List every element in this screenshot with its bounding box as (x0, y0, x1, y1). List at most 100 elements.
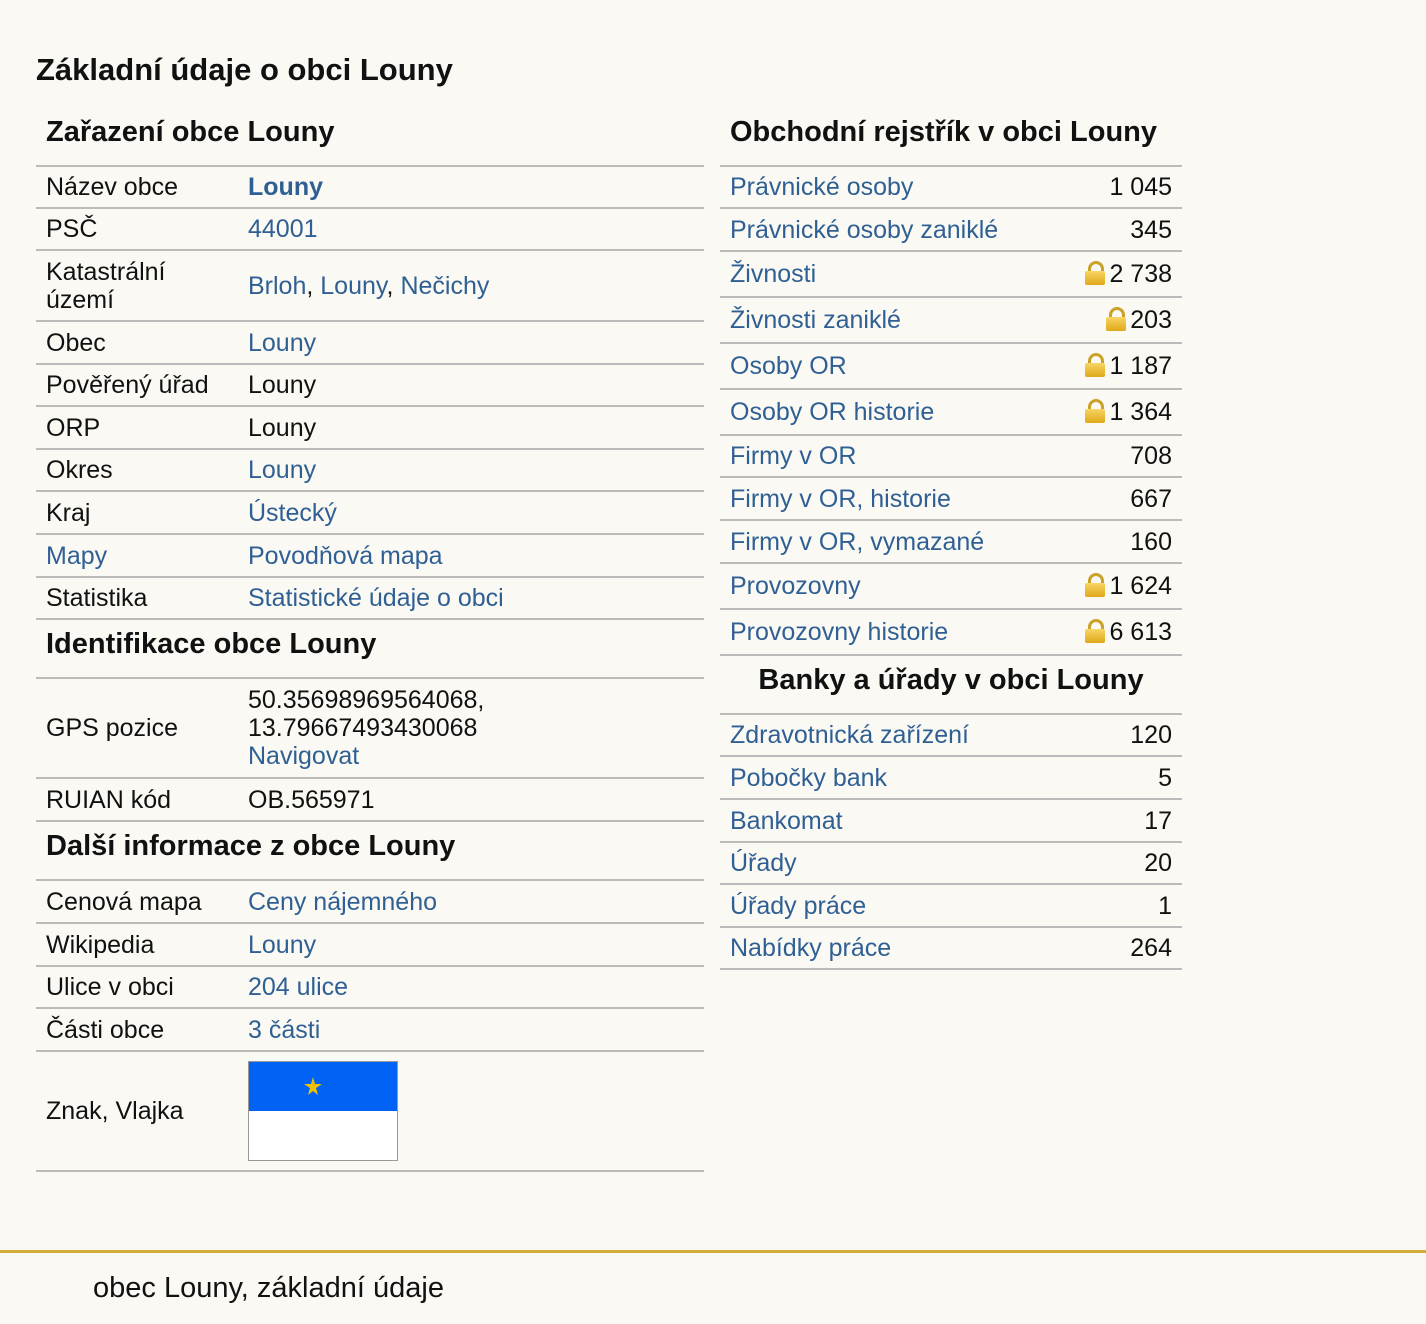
table-row: Cenová mapa Ceny nájemného (36, 881, 704, 924)
table-row: Provozovny historie 6 613 (720, 609, 1182, 656)
row-value: 1 187 (1109, 352, 1172, 380)
row-label: Cenová mapa (36, 881, 238, 924)
lock-icon (1085, 619, 1106, 643)
row-value: 264 (1093, 927, 1182, 970)
kraj-link[interactable]: Ústecký (248, 499, 337, 527)
left-column: Zařazení obce Louny Název obce Louny PSČ… (36, 108, 704, 1172)
lock-icon (1085, 353, 1106, 377)
table-row: Pověřený úřad Louny (36, 364, 704, 407)
table-row: Firmy v OR, historie 667 (720, 477, 1182, 521)
row-label: RUIAN kód (36, 778, 238, 822)
table-row: PSČ 44001 (36, 208, 704, 251)
row-value: 1 045 (1057, 167, 1182, 209)
dalsi-title: Další informace z obce Louny (36, 822, 704, 881)
table-row: GPS pozice 50.35698969564068, 13.7966749… (36, 679, 704, 779)
provozovny-link[interactable]: Provozovny (730, 572, 861, 600)
katastr-link-brloh[interactable]: Brloh (248, 272, 306, 300)
urady-link[interactable]: Úřady (730, 849, 797, 877)
table-row: Živnosti 2 738 (720, 251, 1182, 298)
casti-obce-link[interactable]: 3 části (248, 1016, 320, 1044)
psc-link[interactable]: 44001 (248, 215, 318, 243)
table-row: RUIAN kód OB.565971 (36, 778, 704, 822)
bankomat-link[interactable]: Bankomat (730, 807, 843, 835)
obchodni-table: Právnické osoby 1 045 Právnické osoby za… (720, 167, 1182, 656)
pravnicke-osoby-link[interactable]: Právnické osoby (730, 173, 913, 201)
banky-title: Banky a úřady v obci Louny (720, 656, 1182, 715)
table-row: Úřady 20 (720, 842, 1182, 885)
lock-icon (1085, 573, 1106, 597)
table-row: Ulice v obci 204 ulice (36, 966, 704, 1009)
obchodni-title: Obchodní rejstřík v obci Louny (720, 108, 1182, 167)
table-row: Nabídky práce 264 (720, 927, 1182, 970)
nazev-obce-link[interactable]: Louny (248, 173, 323, 201)
row-value: 345 (1057, 208, 1182, 252)
table-row: Mapy Povodňová mapa (36, 534, 704, 578)
row-value: 6 613 (1109, 618, 1172, 646)
table-row: Zdravotnická zařízení 120 (720, 715, 1182, 757)
table-row: Osoby OR 1 187 (720, 343, 1182, 390)
nabidky-prace-link[interactable]: Nabídky práce (730, 934, 891, 962)
footer-text: obec Louny, základní údaje (93, 1272, 444, 1304)
page-title: Základní údaje o obci Louny (36, 52, 453, 87)
identifikace-table: GPS pozice 50.35698969564068, 13.7966749… (36, 679, 704, 822)
zivnosti-zanikle-link[interactable]: Živnosti zaniklé (730, 306, 901, 334)
osoby-or-link[interactable]: Osoby OR (730, 352, 847, 380)
table-row: Právnické osoby 1 045 (720, 167, 1182, 209)
table-row: Název obce Louny (36, 167, 704, 209)
navigovat-link[interactable]: Navigovat (248, 742, 359, 770)
row-value: 1 364 (1109, 398, 1172, 426)
katastr-link-necichy[interactable]: Nečichy (400, 272, 489, 300)
table-row: Provozovny 1 624 (720, 563, 1182, 610)
lock-icon (1106, 307, 1127, 331)
lock-icon (1085, 399, 1106, 423)
dalsi-table: Cenová mapa Ceny nájemného Wikipedia Lou… (36, 881, 704, 1172)
table-row: Wikipedia Louny (36, 923, 704, 967)
zivnosti-link[interactable]: Živnosti (730, 260, 816, 288)
table-row: Úřady práce 1 (720, 884, 1182, 928)
povodnova-mapa-link[interactable]: Povodňová mapa (248, 542, 443, 570)
row-value: 667 (1057, 477, 1182, 521)
zdravotnicka-zarizeni-link[interactable]: Zdravotnická zařízení (730, 721, 969, 749)
table-row: Pobočky bank 5 (720, 756, 1182, 800)
provozovny-historie-link[interactable]: Provozovny historie (730, 618, 948, 646)
wikipedia-link[interactable]: Louny (248, 931, 316, 959)
row-label: Ulice v obci (36, 966, 238, 1009)
obec-link[interactable]: Louny (248, 329, 316, 357)
zarazeni-title: Zařazení obce Louny (36, 108, 704, 167)
povereny-urad-value: Louny (238, 364, 704, 407)
zarazeni-table: Název obce Louny PSČ 44001 Katastrální ú… (36, 167, 704, 620)
ulice-link[interactable]: 204 ulice (248, 973, 348, 1001)
footer-divider (0, 1250, 1426, 1253)
firmy-v-or-historie-link[interactable]: Firmy v OR, historie (730, 485, 951, 513)
row-value: 2 738 (1109, 260, 1172, 288)
ruian-value: OB.565971 (238, 778, 704, 822)
firmy-v-or-link[interactable]: Firmy v OR (730, 442, 856, 470)
table-row: Právnické osoby zaniklé 345 (720, 208, 1182, 252)
okres-link[interactable]: Louny (248, 456, 316, 484)
pobocky-bank-link[interactable]: Pobočky bank (730, 764, 887, 792)
table-row: Obec Louny (36, 321, 704, 365)
table-row: Statistika Statistické údaje o obci (36, 577, 704, 620)
row-label: Obec (36, 321, 238, 365)
row-value: 203 (1130, 306, 1172, 334)
pravnicke-osoby-zanikle-link[interactable]: Právnické osoby zaniklé (730, 216, 998, 244)
osoby-or-historie-link[interactable]: Osoby OR historie (730, 398, 934, 426)
row-label: GPS pozice (36, 679, 238, 779)
katastr-link-louny[interactable]: Louny (320, 272, 386, 300)
row-value: 1 (1093, 884, 1182, 928)
row-label: Kraj (36, 491, 238, 535)
row-value: 17 (1093, 799, 1182, 843)
row-label: Pověřený úřad (36, 364, 238, 407)
ceny-najemneho-link[interactable]: Ceny nájemného (248, 888, 437, 916)
identifikace-title: Identifikace obce Louny (36, 620, 704, 679)
urady-prace-link[interactable]: Úřady práce (730, 892, 866, 920)
mapy-link[interactable]: Mapy (46, 542, 107, 570)
table-row: ORP Louny (36, 406, 704, 450)
row-value: 1 624 (1109, 572, 1172, 600)
row-label: Wikipedia (36, 923, 238, 967)
firmy-v-or-vymazane-link[interactable]: Firmy v OR, vymazané (730, 528, 984, 556)
statistika-link[interactable]: Statistické údaje o obci (248, 584, 504, 612)
row-label: Statistika (36, 577, 238, 620)
table-row: Osoby OR historie 1 364 (720, 389, 1182, 436)
row-label: PSČ (36, 208, 238, 251)
